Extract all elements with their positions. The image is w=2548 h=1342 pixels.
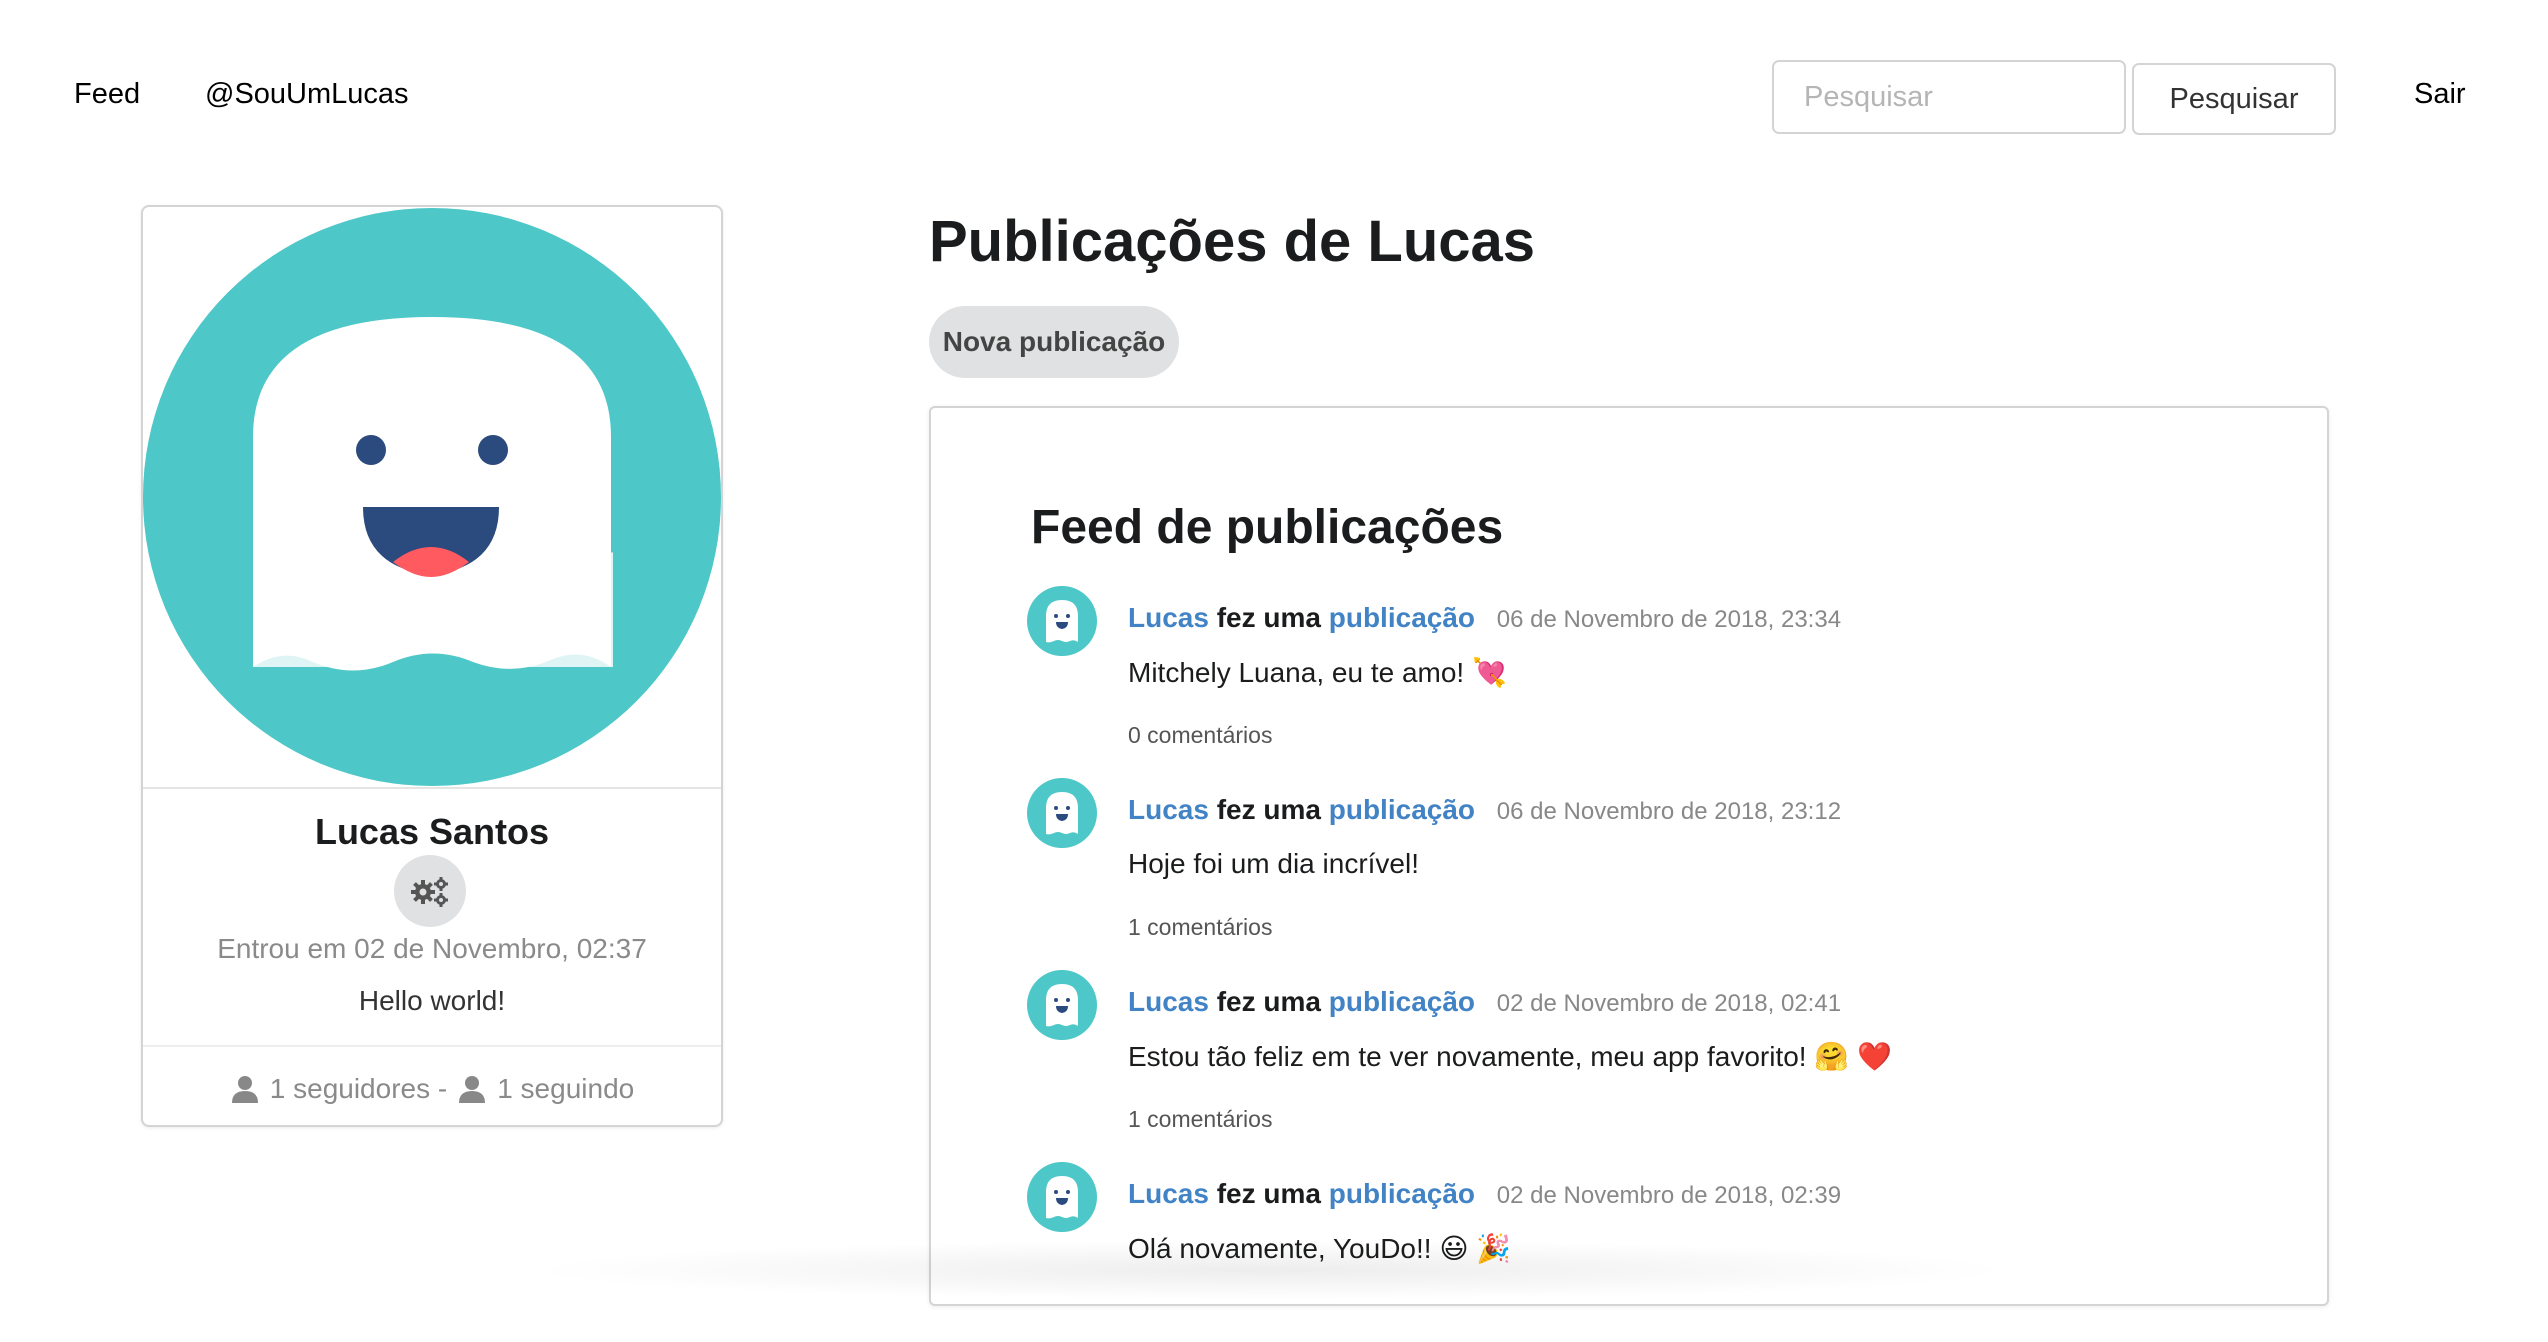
post-date: 02 de Novembro de 2018, 02:41 (1496, 990, 1842, 1017)
post-user-link[interactable]: Lucas (1128, 1178, 1209, 1209)
post-summary: Lucas fez uma publicação 06 de Novembro … (1128, 602, 1841, 634)
card-extra-divider (143, 1045, 721, 1047)
post-action-text: fez uma (1216, 794, 1321, 825)
post-link[interactable]: publicação (1329, 986, 1475, 1017)
avatar-divider (143, 787, 721, 789)
profile-name: Lucas Santos (314, 811, 550, 852)
post-text: Mitchely Luana, eu te amo! 💘 (1128, 657, 1507, 688)
post-user-link[interactable]: Lucas (1128, 602, 1209, 633)
search-button[interactable]: Pesquisar (2132, 63, 2336, 135)
post-action-text: fez uma (1216, 1178, 1321, 1209)
top-menu: Feed @SouUmLucas Pesquisar Sair (0, 0, 2548, 195)
gears-icon (411, 877, 448, 907)
post-text: Hoje foi um dia incrível! (1128, 848, 1420, 879)
feed-post: Lucas fez uma publicação 02 de Novembro … (1027, 970, 2227, 1150)
profile-bio: Hello world! (358, 985, 506, 1016)
profile-card: Lucas Santos Entrou em 02 de Novembro, 0… (141, 205, 723, 1127)
post-action-text: fez uma (1216, 602, 1321, 633)
following-count[interactable]: 1 seguindo (497, 1073, 634, 1105)
feed-post: Lucas fez uma publicação 06 de Novembro … (1027, 586, 2227, 766)
ghost-avatar-icon[interactable] (1027, 778, 1097, 848)
feed-title: Feed de publicações (1031, 501, 1504, 554)
search-input[interactable] (1772, 60, 2126, 134)
profile-avatar (143, 207, 721, 787)
user-icon (459, 1076, 486, 1103)
ghost-avatar-icon[interactable] (1027, 1162, 1097, 1232)
ghost-avatar-icon[interactable] (1027, 586, 1097, 656)
post-summary: Lucas fez uma publicação 06 de Novembro … (1128, 794, 1841, 826)
post-summary: Lucas fez uma publicação 02 de Novembro … (1128, 1178, 1841, 1210)
post-summary: Lucas fez uma publicação 02 de Novembro … (1128, 986, 1841, 1018)
feed-post: Lucas fez uma publicação 02 de Novembro … (1027, 1162, 2227, 1342)
post-comments-link[interactable]: 1 comentários (1128, 914, 1272, 941)
joined-date: Entrou em 02 de Novembro, 02:37 (217, 933, 647, 964)
post-user-link[interactable]: Lucas (1128, 986, 1209, 1017)
logout-link[interactable]: Sair (2414, 78, 2466, 111)
post-user-link[interactable]: Lucas (1128, 794, 1209, 825)
post-date: 06 de Novembro de 2018, 23:34 (1496, 606, 1842, 633)
follow-stats: 1 seguidores - 1 seguindo (143, 1073, 721, 1105)
ghost-avatar-icon[interactable] (1027, 970, 1097, 1040)
followers-count[interactable]: 1 seguidores - (270, 1073, 447, 1105)
feed-card: Feed de publicações Lucas fez uma public… (929, 406, 2329, 1306)
post-action-text: fez uma (1216, 986, 1321, 1017)
new-post-button[interactable]: Nova publicação (929, 306, 1179, 378)
settings-button[interactable] (394, 855, 466, 927)
post-link[interactable]: publicação (1329, 1178, 1475, 1209)
menu-feed-link[interactable]: Feed (74, 78, 140, 111)
post-link[interactable]: publicação (1329, 794, 1475, 825)
ghost-avatar-image (143, 208, 721, 786)
user-icon (231, 1076, 258, 1103)
post-comments-link[interactable]: 0 comentários (1128, 722, 1272, 749)
page-title: Publicações de Lucas (929, 209, 1536, 274)
post-comments-link[interactable]: 1 comentários (1128, 1106, 1272, 1133)
menu-profile-link[interactable]: @SouUmLucas (205, 78, 409, 111)
feed-post: Lucas fez uma publicação 06 de Novembro … (1027, 778, 2227, 958)
post-date: 02 de Novembro de 2018, 02:39 (1496, 1182, 1842, 1209)
post-link[interactable]: publicação (1329, 602, 1475, 633)
post-text: Olá novamente, YouDo!! 😃 🎉 (1128, 1233, 1512, 1264)
post-text: Estou tão feliz em te ver novamente, meu… (1128, 1041, 1892, 1072)
post-date: 06 de Novembro de 2018, 23:12 (1496, 798, 1842, 825)
